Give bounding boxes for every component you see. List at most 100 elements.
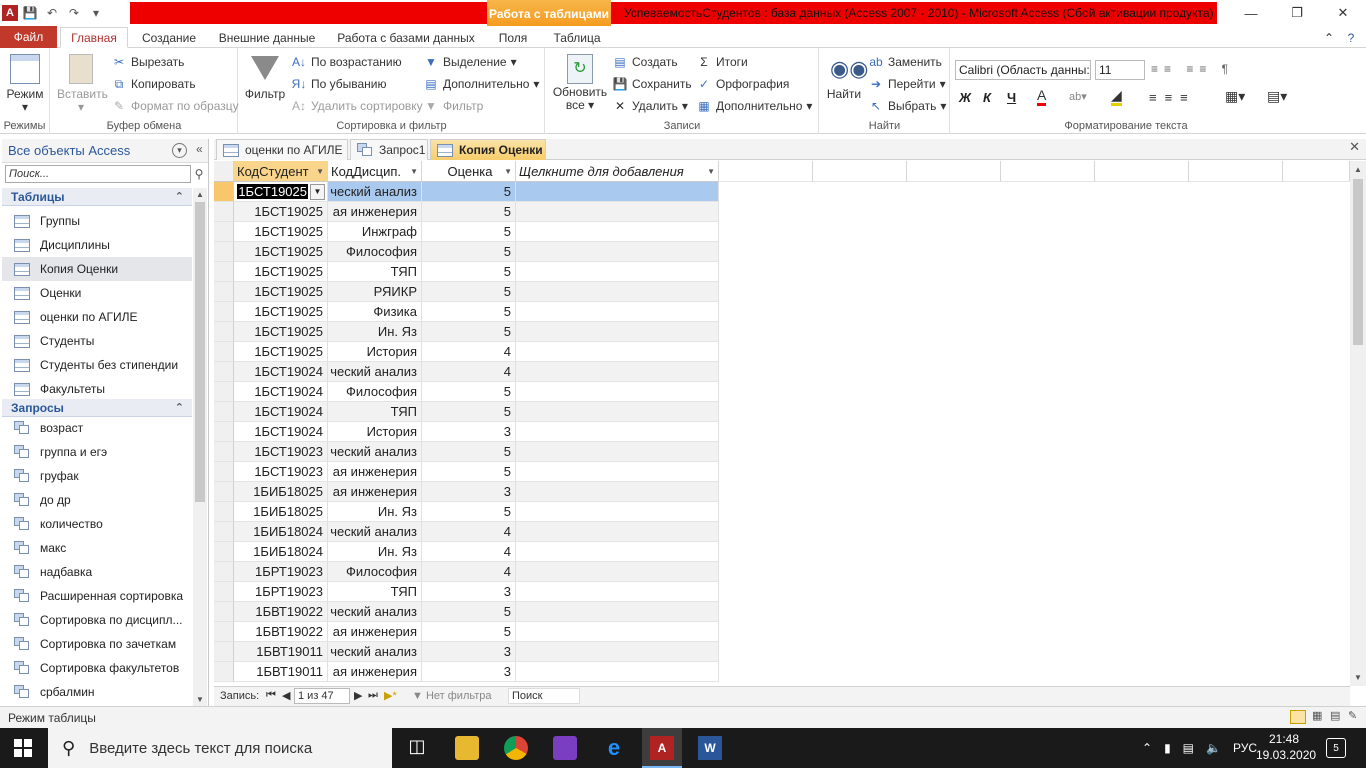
grid-cell-discipline[interactable]: ческий анализ	[328, 522, 422, 542]
volume-icon[interactable]: 🔈	[1206, 741, 1221, 755]
delete-record-button[interactable]: ✕ Удалить ▾	[612, 98, 688, 114]
spelling-button[interactable]: ✓ Орфография	[696, 76, 789, 92]
grid-cell-grade[interactable]: 5	[422, 382, 516, 402]
grid-cell-grade[interactable]: 5	[422, 202, 516, 222]
grid-cell-empty[interactable]	[516, 602, 719, 622]
gridlines-icon[interactable]: ▦▾	[1225, 88, 1245, 105]
grid-cell-empty[interactable]	[516, 582, 719, 602]
grid-cell-discipline[interactable]: Ин. Яз	[328, 322, 422, 342]
close-button[interactable]: ✕	[1320, 0, 1366, 26]
grid-cell-student[interactable]: 1БСТ19025	[234, 342, 328, 362]
font-color-icon[interactable]: A	[1037, 88, 1047, 106]
table-row[interactable]: 1БСТ19025 История 4	[214, 342, 719, 362]
prev-record-button[interactable]: ◀	[282, 689, 290, 702]
grid-cell-grade[interactable]: 4	[422, 562, 516, 582]
table-row[interactable]: 1БСТ19025 Инжграф 5	[214, 222, 719, 242]
battery-icon[interactable]: ▮	[1164, 741, 1171, 755]
grid-cell-discipline[interactable]: ческий анализ	[328, 642, 422, 662]
close-icon[interactable]: ✕	[1349, 139, 1360, 155]
nav-query-item[interactable]: надбавка	[2, 560, 192, 584]
selection-button[interactable]: ▼ Выделение ▾	[423, 54, 517, 70]
pivot-chart-icon[interactable]: ▤	[1330, 709, 1340, 722]
word-icon[interactable]: W	[698, 736, 722, 760]
grid-vertical-scrollbar[interactable]: ▲ ▼	[1350, 161, 1366, 686]
nav-section-queries[interactable]: Запросы ⌃	[2, 399, 192, 417]
column-header-discipline[interactable]: КодДисцип. ▼	[328, 161, 422, 182]
table-row[interactable]: 1БИБ18025 ая инженерия 3	[214, 482, 719, 502]
grid-cell-empty[interactable]	[516, 362, 719, 382]
remove-sort-button[interactable]: A↕ Удалить сортировку	[291, 98, 423, 114]
pivot-table-icon[interactable]: ▦	[1312, 709, 1322, 722]
grid-cell-student[interactable]: 1БСТ19025 ▼	[234, 182, 328, 202]
save-icon[interactable]: 💾	[20, 3, 40, 23]
totals-button[interactable]: Σ Итоги	[696, 54, 747, 70]
row-selector[interactable]	[214, 282, 234, 302]
grid-cell-discipline[interactable]: ческий анализ	[328, 602, 422, 622]
more-records-button[interactable]: ▦ Дополнительно ▾	[696, 98, 812, 114]
nav-query-item[interactable]: груфак	[2, 464, 192, 488]
visual-studio-icon[interactable]	[553, 736, 577, 760]
table-row[interactable]: 1БСТ19023 ческий анализ 5	[214, 442, 719, 462]
grid-cell-empty[interactable]	[516, 462, 719, 482]
grid-cell-student[interactable]: 1БСТ19024	[234, 402, 328, 422]
grid-cell-grade[interactable]: 3	[422, 482, 516, 502]
grid-cell-discipline[interactable]: История	[328, 422, 422, 442]
grid-cell-discipline[interactable]: ая инженерия	[328, 482, 422, 502]
grid-cell-student[interactable]: 1БРТ19023	[234, 562, 328, 582]
advanced-filter-button[interactable]: ▤ Дополнительно ▾	[423, 76, 539, 92]
table-row[interactable]: 1БСТ19025 РЯИКР 5	[214, 282, 719, 302]
nav-query-item[interactable]: србалмин	[2, 680, 192, 704]
grid-cell-student[interactable]: 1БИБ18025	[234, 482, 328, 502]
nav-collapse-icon[interactable]: «	[196, 142, 203, 156]
doc-tab-agile[interactable]: оценки по АГИЛЕ	[216, 139, 348, 160]
language-indicator[interactable]: РУС	[1233, 741, 1257, 755]
table-row[interactable]: 1БСТ19024 История 3	[214, 422, 719, 442]
row-selector[interactable]	[214, 222, 234, 242]
grid-cell-discipline[interactable]: ческий анализ	[328, 362, 422, 382]
row-selector[interactable]	[214, 322, 234, 342]
table-row[interactable]: 1БРТ19023 Философия 4	[214, 562, 719, 582]
grid-cell-empty[interactable]	[516, 542, 719, 562]
row-selector[interactable]	[214, 602, 234, 622]
row-selector[interactable]	[214, 562, 234, 582]
grid-cell-student[interactable]: 1БВТ19011	[234, 662, 328, 682]
grid-cell-discipline[interactable]: ая инженерия	[328, 462, 422, 482]
grid-cell-empty[interactable]	[516, 642, 719, 662]
grid-cell-grade[interactable]: 5	[422, 242, 516, 262]
grid-cell-empty[interactable]	[516, 222, 719, 242]
column-header-student[interactable]: КодСтудент ▼	[234, 161, 328, 182]
grid-cell-discipline[interactable]: Инжграф	[328, 222, 422, 242]
customize-qat-icon[interactable]: ▾	[86, 3, 106, 23]
last-record-button[interactable]: ⏭	[368, 689, 378, 702]
new-record-button[interactable]: ▤ Создать	[612, 54, 677, 70]
grid-cell-grade[interactable]: 3	[422, 422, 516, 442]
design-view-icon[interactable]: ✎	[1348, 709, 1357, 722]
network-icon[interactable]: ▤	[1183, 741, 1194, 755]
nav-menu-icon[interactable]: ▾	[172, 143, 187, 158]
table-row[interactable]: 1БСТ19024 ческий анализ 4	[214, 362, 719, 382]
redo-icon[interactable]: ↷	[64, 3, 84, 23]
grid-cell-empty[interactable]	[516, 662, 719, 682]
row-selector[interactable]	[214, 302, 234, 322]
grid-cell-student[interactable]: 1БСТ19024	[234, 382, 328, 402]
row-selector[interactable]	[214, 522, 234, 542]
grid-cell-empty[interactable]	[516, 202, 719, 222]
nav-query-item[interactable]: количество	[2, 512, 192, 536]
table-row[interactable]: 1БВТ19011 ческий анализ 3	[214, 642, 719, 662]
grid-cell-discipline[interactable]: История	[328, 342, 422, 362]
tab-home[interactable]: Главная	[60, 27, 128, 48]
grid-cell-grade[interactable]: 5	[422, 502, 516, 522]
search-icon[interactable]: ⚲	[191, 165, 207, 183]
italic-button[interactable]: К	[983, 90, 991, 105]
task-view-icon[interactable]: ◫	[405, 736, 429, 760]
grid-cell-discipline[interactable]: ТЯП	[328, 582, 422, 602]
grid-cell-grade[interactable]: 4	[422, 542, 516, 562]
grid-cell-student[interactable]: 1БСТ19025	[234, 242, 328, 262]
row-selector[interactable]	[214, 662, 234, 682]
table-row[interactable]: 1БСТ19025 ТЯП 5	[214, 262, 719, 282]
grid-cell-student[interactable]: 1БСТ19024	[234, 422, 328, 442]
grid-cell-grade[interactable]: 5	[422, 282, 516, 302]
doc-tab-grades-copy[interactable]: Копия Оценки	[430, 139, 546, 160]
tab-create[interactable]: Создание	[140, 27, 198, 48]
table-row[interactable]: 1БСТ19025 ая инженерия 5	[214, 202, 719, 222]
